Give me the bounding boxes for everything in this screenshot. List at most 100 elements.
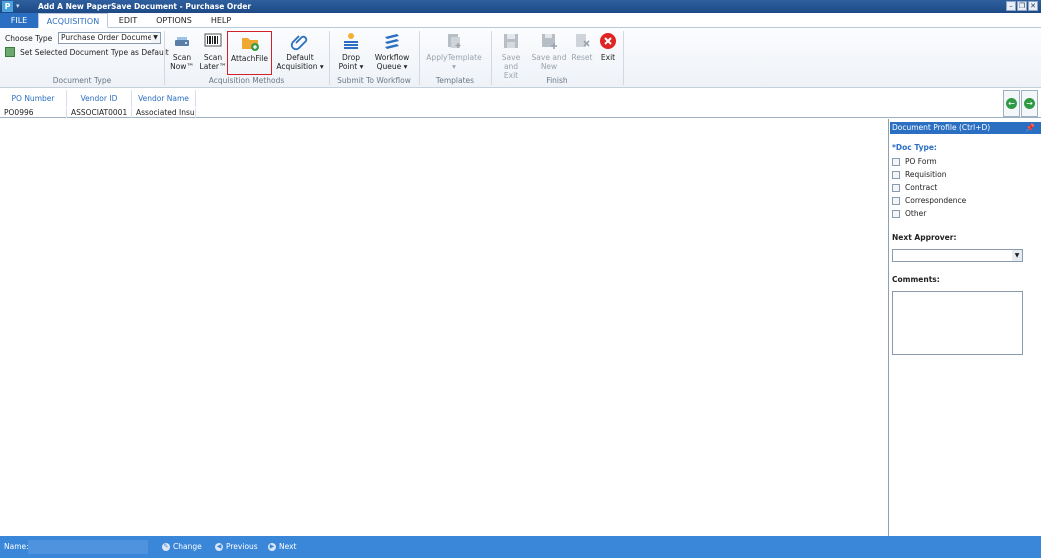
doc-type-option[interactable]: PO Form — [892, 157, 937, 166]
paperclip-icon — [290, 35, 308, 51]
title-bar: P ▾ Add A New PaperSave Document - Purch… — [0, 0, 1041, 13]
default-acquisition-button[interactable]: Default Acquisition ▾ — [276, 31, 324, 75]
ribbon-tabs: FILE ACQUISITION EDIT OPTIONS HELP — [0, 13, 1041, 28]
default-acquisition-line1: Default — [286, 53, 314, 62]
save-and-exit-line1: Save — [501, 53, 521, 62]
name-field[interactable] — [28, 540, 148, 554]
chevron-down-icon: ▼ — [151, 33, 160, 43]
exit-button[interactable]: Exit — [597, 31, 619, 75]
tab-help[interactable]: HELP — [205, 13, 237, 28]
grid-cell-vendor-name[interactable]: Associated Insura — [132, 108, 196, 118]
exit-label: Exit — [600, 53, 616, 62]
tab-options[interactable]: OPTIONS — [150, 13, 198, 28]
document-type-value: Purchase Order Docume — [61, 33, 153, 42]
option-label: Contract — [905, 183, 938, 192]
name-label: Name: — [4, 542, 29, 551]
document-profile-panel: Document Profile (Ctrl+D) 📌 *Doc Type: P… — [890, 119, 1041, 536]
panel-header: Document Profile (Ctrl+D) 📌 — [890, 122, 1041, 134]
template-icon — [448, 34, 461, 48]
checkbox[interactable] — [892, 170, 900, 179]
doc-type-option[interactable]: Contract — [892, 183, 937, 192]
previous-record-button[interactable]: ← — [1003, 90, 1020, 117]
reset-button[interactable]: Reset — [570, 31, 594, 75]
comments-textarea[interactable] — [892, 291, 1023, 355]
minimize-button[interactable]: – — [1006, 1, 1016, 11]
folder-add-icon — [241, 38, 259, 51]
group-label-submit-to-workflow: Submit To Workflow — [337, 76, 411, 85]
grid-cell-vendor-id[interactable]: ASSOCIAT0001 — [67, 108, 132, 118]
document-viewer[interactable] — [0, 119, 889, 536]
barcode-icon — [204, 33, 222, 47]
next-approver-label: Next Approver: — [892, 233, 957, 242]
apply-template-line1: ApplyTemplate — [426, 53, 482, 62]
next-label: Next — [279, 542, 297, 551]
doc-type-option[interactable]: Requisition — [892, 170, 946, 179]
arrow-left-icon: ← — [1006, 98, 1017, 109]
reset-icon — [576, 34, 590, 47]
pin-icon[interactable]: 📌 — [1026, 122, 1035, 134]
previous-label: Previous — [226, 542, 258, 551]
grid-header-po-number[interactable]: PO Number — [0, 90, 67, 107]
scan-now-button[interactable]: Scan Now™ — [168, 31, 196, 75]
app-icon: P — [2, 1, 13, 12]
save-and-new-line1: Save and — [531, 53, 567, 62]
group-label-templates: Templates — [435, 76, 475, 85]
drop-point-line1: Drop — [341, 53, 361, 62]
save-new-icon — [542, 34, 557, 49]
apply-template-button[interactable]: ApplyTemplate ▾ — [424, 31, 484, 75]
chevron-down-icon: ▼ — [1012, 250, 1022, 261]
save-and-exit-button[interactable]: Save and Exit — [496, 31, 526, 80]
quick-access-icon[interactable]: ▾ — [16, 1, 25, 12]
restore-button[interactable]: ❐ — [1017, 1, 1027, 11]
workflow-queue-button[interactable]: Workflow Queue ▾ — [372, 31, 412, 75]
next-approver-select[interactable]: ▼ — [892, 249, 1023, 262]
checkbox[interactable] — [892, 209, 900, 218]
attach-file-label: AttachFile — [231, 54, 268, 63]
group-separator — [623, 31, 624, 85]
save-and-new-line2: New — [540, 62, 558, 71]
default-acquisition-line2: Acquisition ▾ — [276, 62, 324, 71]
checkbox[interactable] — [892, 157, 900, 166]
document-type-select[interactable]: Purchase Order Docume ▼ — [58, 32, 161, 44]
grid-header-vendor-id[interactable]: Vendor ID — [67, 90, 132, 107]
next-icon: ▶ — [268, 542, 276, 551]
tab-acquisition[interactable]: ACQUISITION — [38, 13, 108, 28]
attach-file-button[interactable]: AttachFile — [227, 31, 272, 75]
grid-cell-po-number[interactable]: PO0996 — [0, 108, 67, 118]
save-and-new-button[interactable]: Save and New — [530, 31, 568, 75]
next-button[interactable]: ▶ Next — [268, 542, 296, 551]
doc-type-option[interactable]: Correspondence — [892, 196, 966, 205]
tab-file[interactable]: FILE — [0, 13, 38, 28]
set-default-button[interactable]: Set Selected Document Type as Default — [5, 47, 169, 57]
document-default-icon — [5, 47, 15, 57]
change-button[interactable]: ✎ Change — [162, 542, 202, 551]
exit-icon — [600, 33, 616, 49]
workflow-queue-line2: Queue ▾ — [376, 62, 408, 71]
status-bar: Name: ✎ Change ◀ Previous ▶ Next — [0, 536, 1041, 558]
scan-later-line2: Later™ — [199, 62, 227, 71]
drop-point-line2: Point ▾ — [338, 62, 364, 71]
previous-icon: ◀ — [215, 542, 223, 551]
choose-type-label: Choose Type — [5, 34, 53, 43]
grid-header-vendor-name[interactable]: Vendor Name — [132, 90, 196, 107]
lookup-grid: PO Number Vendor ID Vendor Name PO0996 A… — [0, 89, 1041, 118]
checkbox[interactable] — [892, 196, 900, 205]
doc-type-label: *Doc Type: — [892, 143, 937, 152]
scan-now-line1: Scan — [172, 53, 192, 62]
group-label-finish: Finish — [546, 76, 568, 85]
option-label: PO Form — [905, 157, 937, 166]
previous-button[interactable]: ◀ Previous — [215, 542, 258, 551]
scan-later-button[interactable]: Scan Later™ — [199, 31, 227, 75]
close-button[interactable]: ✕ — [1028, 1, 1038, 11]
tab-edit[interactable]: EDIT — [110, 13, 146, 28]
checkbox[interactable] — [892, 183, 900, 192]
ribbon: Choose Type Purchase Order Docume ▼ Set … — [0, 28, 1041, 88]
drop-point-button[interactable]: Drop Point ▾ — [335, 31, 367, 75]
change-icon: ✎ — [162, 542, 170, 551]
scan-now-line2: Now™ — [170, 62, 194, 71]
doc-type-option[interactable]: Other — [892, 209, 926, 218]
next-record-button[interactable]: → — [1021, 90, 1038, 117]
save-icon — [504, 34, 518, 48]
change-label: Change — [173, 542, 202, 551]
set-default-label: Set Selected Document Type as Default — [20, 47, 169, 57]
